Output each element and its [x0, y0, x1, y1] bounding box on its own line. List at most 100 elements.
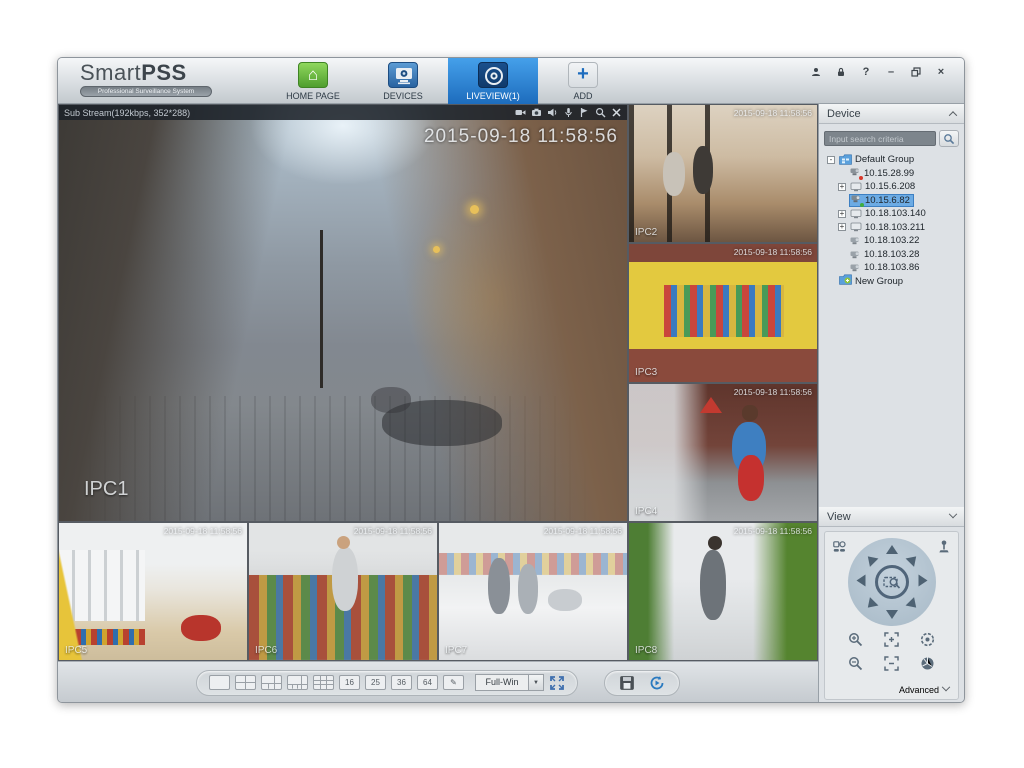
custom-split-button[interactable]: ✎ — [443, 675, 464, 690]
restore-button[interactable] — [909, 66, 923, 78]
focus-sub-icon[interactable] — [884, 656, 899, 671]
tree-item-10-18-103-86[interactable]: 10.18.103.86 — [824, 261, 959, 275]
ptz-area-zoom-button[interactable] — [875, 565, 909, 599]
expand-expander[interactable]: + — [838, 223, 846, 231]
video-tile-ipc4[interactable]: 2015-09-18 11:58:56 IPC4 — [628, 383, 818, 522]
split-36-button[interactable]: 36 — [391, 675, 412, 690]
iris-close-icon[interactable] — [920, 656, 935, 671]
ptz-up-arrow[interactable] — [886, 545, 898, 554]
ptz-left-arrow[interactable] — [856, 575, 865, 587]
iris-open-icon[interactable] — [920, 632, 935, 647]
split-9-button[interactable] — [313, 675, 334, 690]
expand-expander[interactable]: + — [838, 183, 846, 191]
save-view-icon[interactable] — [619, 675, 635, 691]
video-tile-ipc1[interactable]: Sub Stream(192kbps, 352*288) 2015-09-18 … — [58, 104, 628, 522]
tree-item-10-15-6-82[interactable]: 10.15.6.82 — [824, 194, 959, 208]
video-tile-ipc3[interactable]: 2015-09-18 11:58:56 IPC3 — [628, 243, 818, 382]
close-button[interactable]: × — [934, 66, 948, 78]
tree-item-label: 10.18.103.211 — [865, 222, 925, 233]
tree-item-label: 10.15.6.82 — [865, 195, 910, 206]
tree-item-10-18-103-28[interactable]: 10.18.103.28 — [824, 248, 959, 262]
tree-item-label: 10.18.103.140 — [865, 208, 926, 219]
close-video-icon[interactable] — [611, 107, 622, 118]
split-25-button[interactable]: 25 — [365, 675, 386, 690]
ptz-down-right-arrow[interactable] — [905, 597, 920, 612]
focus-add-icon[interactable] — [884, 632, 899, 647]
dropdown-arrow-icon[interactable]: ▼ — [529, 674, 544, 691]
video-tile-ipc6[interactable]: 2015-09-18 11:58:56 IPC6 — [248, 522, 438, 661]
bottom-toolbar: 16 25 36 64 ✎ Full-Win ▼ — [58, 661, 818, 703]
search-button[interactable] — [939, 130, 959, 147]
camera-feed-fridge-aisle — [59, 523, 247, 660]
lock-icon[interactable] — [834, 66, 848, 78]
tree-item-10-18-103-211[interactable]: + 10.18.103.211 — [824, 221, 959, 235]
split-4-button[interactable] — [235, 675, 256, 690]
help-button[interactable]: ? — [859, 66, 873, 78]
tree-item-10-18-103-140[interactable]: + 10.18.103.140 — [824, 207, 959, 221]
ptz-down-left-arrow[interactable] — [863, 597, 878, 612]
fullwin-dropdown[interactable]: Full-Win ▼ — [475, 674, 544, 691]
app-title: SmartPSS — [80, 61, 212, 85]
device-section-header[interactable]: Device — [819, 104, 964, 124]
timestamp: 2015-09-18 11:58:56 — [354, 526, 432, 536]
tab-add-label: ADD — [538, 91, 628, 101]
split-1-button[interactable] — [209, 675, 230, 690]
digital-zoom-icon[interactable] — [595, 107, 606, 118]
user-icon[interactable] — [809, 66, 823, 78]
video-tile-ipc5[interactable]: 2015-09-18 11:58:56 IPC5 — [58, 522, 248, 661]
tree-item-new-group[interactable]: New Group — [824, 275, 959, 289]
ptz-area: Advanced — [819, 527, 964, 703]
video-tile-ipc2[interactable]: 2015-09-18 11:58:56 IPC2 — [628, 104, 818, 243]
device-search-input[interactable] — [824, 131, 936, 146]
ptz-up-left-arrow[interactable] — [863, 552, 878, 567]
home-icon: ⌂ — [298, 62, 328, 88]
playback-icon[interactable] — [579, 107, 590, 118]
tour-refresh-icon[interactable] — [649, 675, 665, 691]
advanced-toggle[interactable]: Advanced — [899, 685, 949, 695]
mouse-simulate-icon[interactable] — [833, 540, 846, 558]
tree-item-10-15-28-99[interactable]: 10.15.28.99 — [824, 167, 959, 181]
ptz-up-right-arrow[interactable] — [905, 552, 920, 567]
tree-item-10-15-6-208[interactable]: + 10.15.6.208 — [824, 180, 959, 194]
tab-liveview[interactable]: LIVEVIEW(1) — [448, 58, 538, 104]
tree-item-10-18-103-22[interactable]: 10.18.103.22 — [824, 234, 959, 248]
split-64-button[interactable]: 64 — [417, 675, 438, 690]
record-icon[interactable] — [515, 107, 526, 118]
plus-glyph: + — [577, 63, 589, 85]
split-8-button[interactable] — [287, 675, 308, 690]
joystick-icon[interactable] — [938, 540, 950, 558]
tree-item-default-group[interactable]: - Default Group — [824, 153, 959, 167]
photo-decoration — [488, 558, 510, 614]
split-6-button[interactable] — [261, 675, 282, 690]
fullscreen-icon[interactable] — [549, 675, 565, 691]
camera-feed-arcade — [59, 105, 627, 521]
search-icon — [943, 133, 955, 145]
video-tile-ipc7[interactable]: 2015-09-18 11:58:56 IPC7 — [438, 522, 628, 661]
side-panel: Device - Default Group — [818, 104, 964, 703]
camera-icon — [850, 167, 861, 179]
minimize-button[interactable]: – — [884, 66, 898, 78]
snapshot-icon[interactable] — [531, 107, 542, 118]
camera-icon — [850, 236, 861, 245]
zoom-in-icon[interactable] — [848, 632, 863, 647]
camera-label: IPC8 — [635, 645, 657, 656]
zoom-out-icon[interactable] — [848, 656, 863, 671]
split-16-button[interactable]: 16 — [339, 675, 360, 690]
device-tree: - Default Group 10. — [824, 153, 959, 288]
talk-icon[interactable] — [563, 107, 574, 118]
video-tile-ipc8[interactable]: 2015-09-18 11:58:56 IPC8 — [628, 522, 818, 661]
collapse-expander[interactable]: - — [827, 156, 835, 164]
ptz-right-arrow[interactable] — [918, 575, 927, 587]
audio-icon[interactable] — [547, 107, 558, 118]
view-section-header[interactable]: View — [819, 507, 964, 527]
collapse-down-icon — [949, 509, 957, 517]
collapse-up-icon — [949, 111, 957, 119]
photo-decoration — [693, 146, 713, 194]
tab-add[interactable]: + ADD — [538, 58, 628, 104]
liveview-icon — [478, 62, 508, 88]
tab-home-page[interactable]: ⌂ HOME PAGE — [268, 58, 358, 104]
ptz-down-arrow[interactable] — [886, 610, 898, 619]
expand-expander[interactable]: + — [838, 210, 846, 218]
tab-devices[interactable]: DEVICES — [358, 58, 448, 104]
device-panel-body: - Default Group 10. — [819, 124, 964, 507]
